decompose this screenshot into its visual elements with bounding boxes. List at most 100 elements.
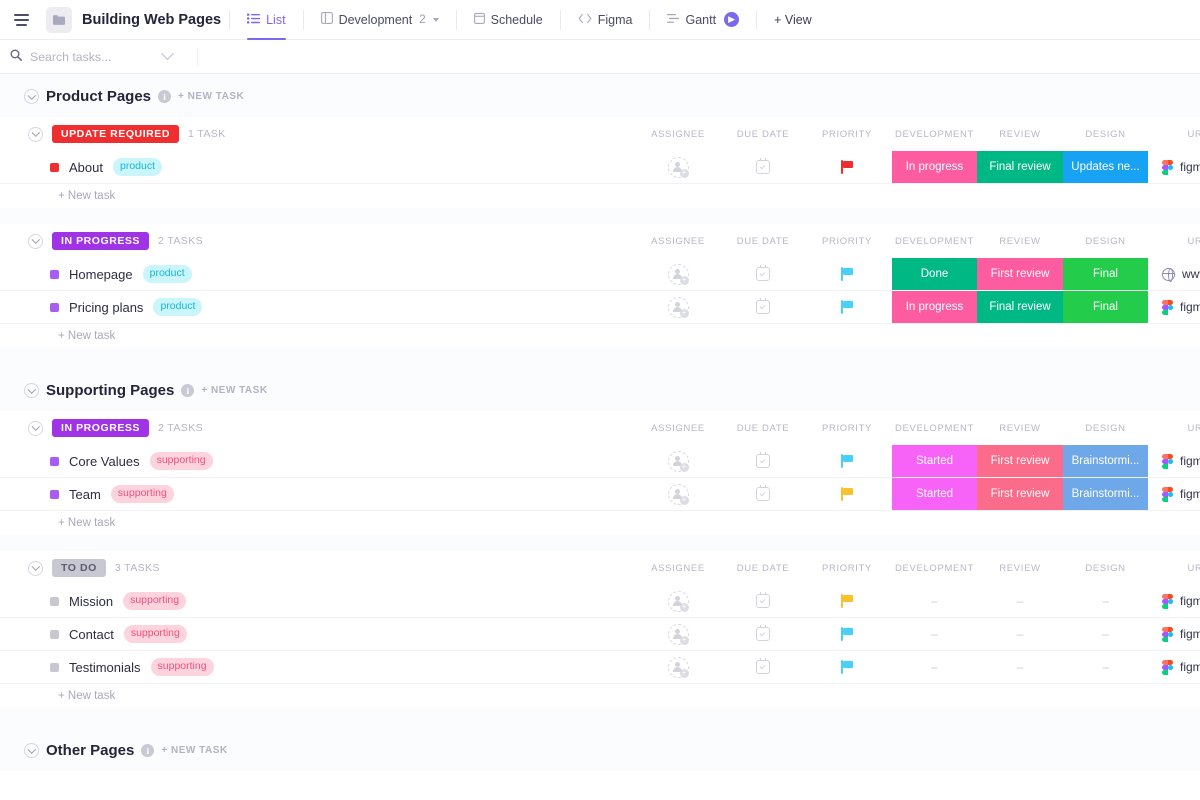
cell-development[interactable]: – xyxy=(892,585,977,617)
cell-development[interactable]: Started xyxy=(892,478,977,510)
add-assignee-icon[interactable]: + xyxy=(667,263,689,285)
status-chip[interactable]: Updates ne... xyxy=(1063,151,1148,183)
cell-design[interactable]: Updates ne... xyxy=(1063,151,1148,183)
cell-review[interactable]: First review xyxy=(977,478,1063,510)
cell-design[interactable]: – xyxy=(1063,651,1148,683)
task-name[interactable]: Testimonials xyxy=(69,660,141,675)
table-row[interactable]: Team supporting + Started First review B… xyxy=(0,478,1200,511)
calendar-icon[interactable] xyxy=(756,298,770,314)
cell-development[interactable]: Started xyxy=(892,445,977,477)
add-assignee-icon[interactable]: + xyxy=(667,483,689,505)
add-task-button[interactable]: + New task xyxy=(0,324,1200,348)
search-input[interactable] xyxy=(30,49,155,64)
task-name-cell[interactable]: About product xyxy=(0,158,632,176)
task-tag[interactable]: supporting xyxy=(123,592,187,610)
cell-development[interactable]: – xyxy=(892,618,977,650)
status-chip[interactable]: In progress xyxy=(892,151,977,183)
task-tag[interactable]: supporting xyxy=(123,625,187,643)
task-name[interactable]: Team xyxy=(69,487,101,502)
chevron-down-icon[interactable] xyxy=(161,47,174,61)
task-name-cell[interactable]: Mission supporting xyxy=(0,592,632,610)
status-chip[interactable]: Final review xyxy=(977,151,1063,183)
tab-list[interactable]: List xyxy=(238,0,294,40)
cell-design[interactable]: Brainstormi... xyxy=(1063,445,1148,477)
cell-assignee[interactable]: + xyxy=(632,618,724,650)
cell-priority[interactable] xyxy=(802,258,892,290)
cell-development[interactable]: Done xyxy=(892,258,977,290)
status-chip[interactable]: Final xyxy=(1063,258,1148,290)
task-name-cell[interactable]: Homepage product xyxy=(0,265,632,283)
cell-assignee[interactable]: + xyxy=(632,258,724,290)
cell-url[interactable]: www.f xyxy=(1148,258,1200,290)
cell-assignee[interactable]: + xyxy=(632,151,724,183)
cell-url[interactable]: figma. xyxy=(1148,585,1200,617)
cell-priority[interactable] xyxy=(802,445,892,477)
cell-url[interactable]: figma. xyxy=(1148,651,1200,683)
cell-priority[interactable] xyxy=(802,151,892,183)
task-tag[interactable]: supporting xyxy=(110,485,174,503)
cell-review[interactable]: First review xyxy=(977,445,1063,477)
add-assignee-icon[interactable]: + xyxy=(667,296,689,318)
collapse-section-icon[interactable] xyxy=(24,89,39,104)
cell-assignee[interactable]: + xyxy=(632,445,724,477)
task-name-cell[interactable]: Contact supporting xyxy=(0,625,632,643)
cell-assignee[interactable]: + xyxy=(632,291,724,323)
task-name[interactable]: Contact xyxy=(69,627,114,642)
status-dot[interactable] xyxy=(50,269,59,279)
status-dot[interactable] xyxy=(50,596,59,606)
chevron-down-icon[interactable] xyxy=(432,17,439,22)
cell-url[interactable]: figma. xyxy=(1148,291,1200,323)
task-tag[interactable]: product xyxy=(153,298,203,316)
cell-review[interactable]: Final review xyxy=(977,151,1063,183)
cell-review[interactable]: First review xyxy=(977,258,1063,290)
status-chip[interactable]: In progress xyxy=(892,291,977,323)
status-chip[interactable]: Brainstormi... xyxy=(1063,445,1148,477)
tab-development[interactable]: Development 2 xyxy=(312,0,448,39)
collapse-section-icon[interactable] xyxy=(24,743,39,758)
calendar-icon[interactable] xyxy=(756,485,770,501)
cell-due-date[interactable] xyxy=(724,151,802,183)
add-view-button[interactable]: + View xyxy=(765,0,821,39)
cell-development[interactable]: In progress xyxy=(892,291,977,323)
section-new-task-button[interactable]: + NEW TASK xyxy=(178,91,244,102)
section-new-task-button[interactable]: + NEW TASK xyxy=(161,745,227,756)
task-name[interactable]: About xyxy=(69,160,103,175)
cell-priority[interactable] xyxy=(802,651,892,683)
cell-priority[interactable] xyxy=(802,291,892,323)
calendar-icon[interactable] xyxy=(756,658,770,674)
priority-flag-icon[interactable] xyxy=(841,160,853,174)
search-container[interactable] xyxy=(10,40,195,73)
table-row[interactable]: Mission supporting + – – – figm xyxy=(0,585,1200,618)
status-dot[interactable] xyxy=(50,629,59,639)
status-chip[interactable]: Final review xyxy=(977,291,1063,323)
hamburger-menu-icon[interactable] xyxy=(8,7,34,33)
task-name-cell[interactable]: Testimonials supporting xyxy=(0,658,632,676)
add-assignee-icon[interactable]: + xyxy=(667,450,689,472)
task-name[interactable]: Homepage xyxy=(69,267,133,282)
cell-priority[interactable] xyxy=(802,478,892,510)
calendar-icon[interactable] xyxy=(756,452,770,468)
table-row[interactable]: Homepage product + Done First review Fin… xyxy=(0,258,1200,291)
cell-review[interactable]: – xyxy=(977,651,1063,683)
info-icon[interactable]: i xyxy=(181,384,195,397)
task-tag[interactable]: supporting xyxy=(149,452,213,470)
table-row[interactable]: Testimonials supporting + – – – figm xyxy=(0,651,1200,684)
folder-icon[interactable] xyxy=(46,6,72,33)
priority-flag-icon[interactable] xyxy=(841,627,853,641)
priority-flag-icon[interactable] xyxy=(841,267,853,281)
task-name-cell[interactable]: Team supporting xyxy=(0,485,632,503)
cell-due-date[interactable] xyxy=(724,618,802,650)
cell-design[interactable]: Brainstormi... xyxy=(1063,478,1148,510)
calendar-icon[interactable] xyxy=(756,592,770,608)
calendar-icon[interactable] xyxy=(756,265,770,281)
info-icon[interactable]: i xyxy=(158,90,172,103)
task-name[interactable]: Pricing plans xyxy=(69,300,143,315)
task-name[interactable]: Core Values xyxy=(69,454,140,469)
cell-priority[interactable] xyxy=(802,618,892,650)
add-assignee-icon[interactable]: + xyxy=(667,623,689,645)
cell-priority[interactable] xyxy=(802,585,892,617)
collapse-section-icon[interactable] xyxy=(24,383,39,398)
status-chip[interactable]: Started xyxy=(892,445,977,477)
task-tag[interactable]: product xyxy=(112,158,163,176)
status-dot[interactable] xyxy=(50,456,59,466)
